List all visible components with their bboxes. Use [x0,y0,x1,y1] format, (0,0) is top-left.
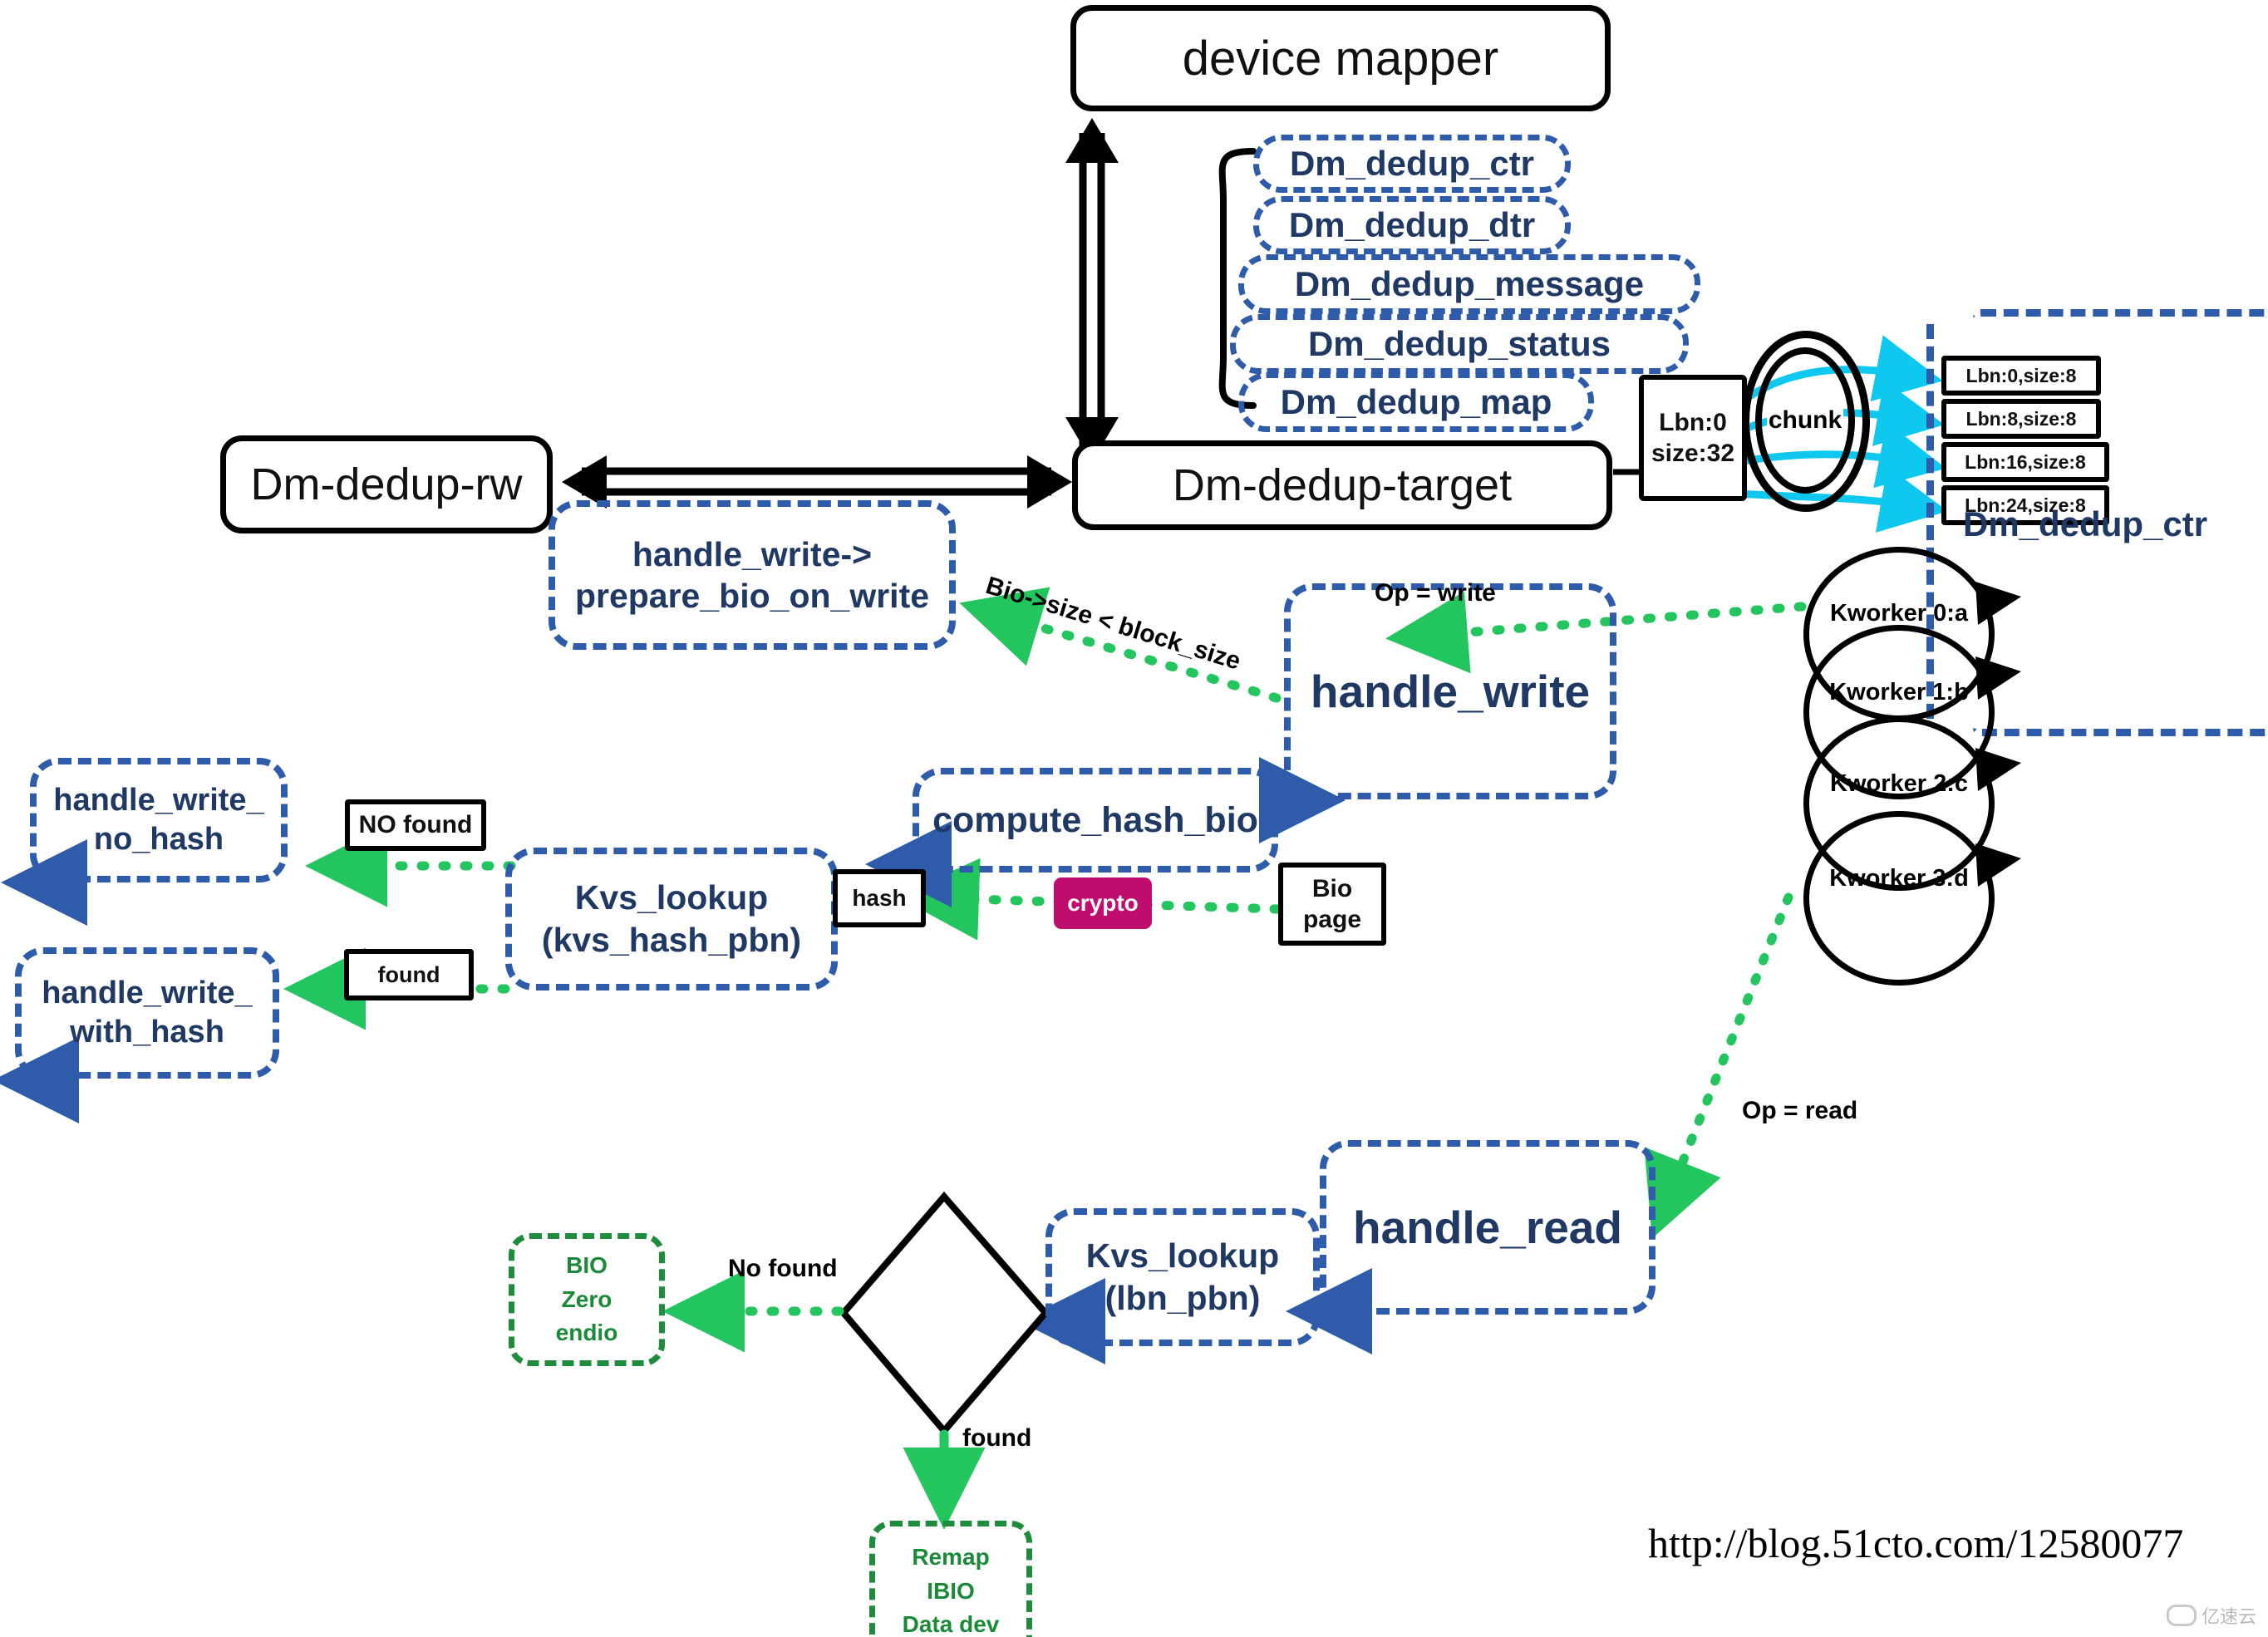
bio-zero-endio-line2: Zero [561,1286,613,1312]
prepare-bio-line2: prepare_bio_on_write [574,577,930,615]
kvs-lookup-hash-pbn-box[interactable]: Kvs_lookup (kvs_hash_pbn) [505,848,838,991]
dm-dedup-rw-box[interactable]: Dm-dedup-rw [220,435,553,533]
dm-dedup-map-op[interactable]: Dm_dedup_map [1238,372,1594,432]
kworker-0-label: Kworker 0:a [1829,599,1968,627]
bio-page-box[interactable]: Bio page [1278,863,1386,946]
diagram-canvas: device mapper Dm-dedup-rw Dm-dedup-targe… [0,0,2268,1637]
handle-write-with-hash-line1: handle_write_ [42,975,253,1010]
remap-line3: Data dev [902,1611,1000,1637]
kvs-lookup-lbn-pbn-box[interactable]: Kvs_lookup (lbn_pbn) [1045,1208,1320,1346]
dm-dedup-ctr-op-label: Dm_dedup_ctr [1289,144,1535,183]
bio-block-line2: size:32 [1651,440,1735,467]
kvs-lookup-lbn-line1: Kvs_lookup [1085,1236,1280,1275]
bio-page-line1: Bio [1311,874,1353,902]
remap-ibio-data-dev-box[interactable]: Remap IBIO Data dev [869,1521,1032,1637]
handle-write-no-hash-box[interactable]: handle_write_ no_hash [30,758,288,882]
bio-block-line1: Lbn:0 [1659,408,1727,436]
edge-label-found: found [962,1424,1031,1453]
handle-write-box[interactable]: handle_write [1284,583,1616,799]
device-mapper-box[interactable]: device mapper [1070,5,1611,111]
edge-label-bio-size: Bio->size < block_size [982,572,1244,676]
compute-hash-bio-box[interactable]: compute_hash_bio [913,768,1278,873]
edge-label-bio-size-text: Bio->size < block_size [982,572,1244,676]
edge-label-op-read: Op = read [1742,1097,1857,1125]
crypto-badge[interactable]: crypto [1054,877,1152,929]
handle-write-no-hash-line2: no_hash [93,822,224,857]
handle-write-label: handle_write [1310,666,1591,717]
bio-zero-endio-line1: BIO [566,1252,608,1279]
found-tag-label: found [377,961,440,987]
dm-dedup-dtr-op-label: Dm_dedup_dtr [1288,205,1536,244]
dm-dedup-target-box[interactable]: Dm-dedup-target [1072,440,1612,530]
dm-dedup-status-op-label: Dm_dedup_status [1307,324,1611,363]
prepare-bio-line1: handle_write-> [632,534,873,573]
dm-dedup-target-label: Dm-dedup-target [1172,460,1513,510]
dm-dedup-ctr-group-label-text: Dm_dedup_ctr [1963,504,2208,543]
dm-dedup-message-op[interactable]: Dm_dedup_message [1238,254,1700,314]
hash-tag-label: hash [852,885,907,911]
remap-line2: IBIO [927,1577,975,1604]
chunk-label: chunk [1766,406,1844,435]
compute-hash-bio-label: compute_hash_bio [932,799,1258,840]
handle-read-box[interactable]: handle_read [1320,1140,1655,1315]
edge-label-no-found: No found [728,1255,838,1283]
edge-op-read [1644,892,1793,1239]
watermark-text: 亿速云 [2201,1606,2256,1627]
dm-dedup-map-op-label: Dm_dedup_map [1280,382,1552,421]
edge-label-op-write-text: Op = write [1375,579,1496,607]
hash-tag-box[interactable]: hash [833,869,926,927]
kvs-lookup-lbn-line2: (lbn_pbn) [1104,1279,1261,1317]
source-url-caption: http://blog.51cto.com/12580077 [1648,1519,2183,1567]
kworker-3-label: Kworker 3:d [1829,864,1969,892]
device-mapper-label: device mapper [1182,31,1499,86]
chunk-inner-circle: chunk [1755,347,1855,494]
bio-zero-endio-line3: endio [555,1320,618,1346]
dm-dedup-ctr-op[interactable]: Dm_dedup_ctr [1253,135,1571,193]
dm-dedup-ctr-group-label: Dm_dedup_ctr [1963,504,2207,544]
handle-read-label: handle_read [1352,1202,1622,1253]
dm-dedup-message-op-label: Dm_dedup_message [1294,264,1645,303]
dm-dedup-rw-label: Dm-dedup-rw [250,460,523,509]
kvs-lookup-hash-line1: Kvs_lookup [574,877,769,917]
source-url-text: http://blog.51cto.com/12580077 [1648,1520,2184,1566]
kworker-3-circle[interactable]: Kworker 3:d [1803,811,1995,986]
edge-label-op-read-text: Op = read [1742,1097,1858,1124]
watermark: 亿速云 [2166,1602,2256,1629]
remap-line1: Remap [912,1544,990,1571]
no-found-tag-label: NO found [358,811,473,838]
found-tag-box[interactable]: found [344,949,474,1000]
bio-block-box[interactable]: Lbn:0 size:32 [1639,375,1747,501]
bio-zero-endio-box[interactable]: BIO Zero endio [509,1233,665,1366]
no-found-tag-box[interactable]: NO found [345,799,486,851]
cloud-icon [2166,1605,2197,1626]
edge-label-no-found-text: No found [728,1255,838,1282]
bio-page-line2: page [1302,906,1362,933]
kworker-2-label: Kworker 2:c [1829,769,1968,797]
dm-dedup-status-op[interactable]: Dm_dedup_status [1230,314,1689,374]
handle-write-with-hash-box[interactable]: handle_write_ with_hash [15,947,279,1079]
prepare-bio-on-write-box[interactable]: handle_write-> prepare_bio_on_write [549,500,956,650]
handle-write-with-hash-line2: with_hash [70,1015,224,1050]
crypto-badge-label: crypto [1067,890,1139,916]
kworker-1-label: Kworker 1:b [1829,678,1969,705]
arrow-devicemapper-target [1065,118,1119,462]
edge-label-found-text: found [962,1424,1032,1452]
edge-label-op-write: Op = write [1375,579,1496,607]
handle-write-no-hash-line1: handle_write_ [53,782,264,818]
kvs-lookup-hash-line2: (kvs_hash_pbn) [541,921,802,959]
dm-dedup-dtr-op[interactable]: Dm_dedup_dtr [1253,196,1571,254]
decision-diamond [839,1191,1050,1437]
